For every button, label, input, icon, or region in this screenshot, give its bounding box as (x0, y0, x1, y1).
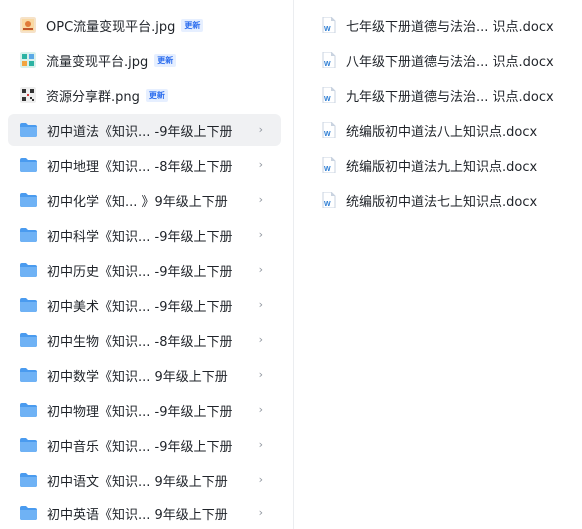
chevron-right-icon: › (258, 506, 263, 519)
folder-name: 初中语文《知识... 9年级上下册 (47, 474, 228, 490)
folder-row[interactable]: 初中地理《知识... -8年级上下册 › (8, 149, 281, 181)
folder-icon (20, 506, 37, 520)
folder-name: 初中数学《知识... 9年级上下册 (47, 369, 228, 385)
folder-contents-pane: W 七年级下册道德与法治... 识点.docx W 八年级下册道德与法治... … (300, 0, 582, 529)
chevron-right-icon: › (258, 473, 263, 486)
file-list-pane: OPC流量变现平台.jpg 更新 流量变现平台.jpg 更新 资源分享群.png… (0, 0, 292, 529)
svg-text:W: W (324, 96, 331, 103)
file-name: 资源分享群.png (46, 89, 140, 105)
updated-badge: 更新 (145, 88, 168, 102)
word-doc-icon: W (322, 122, 336, 138)
svg-text:W: W (324, 26, 331, 33)
chevron-right-icon: › (258, 403, 263, 416)
folder-icon (20, 368, 37, 382)
folder-name: 初中道法《知识... -9年级上下册 (47, 124, 233, 140)
chevron-right-icon: › (258, 333, 263, 346)
folder-row[interactable]: 初中道法《知识... -9年级上下册 › (8, 114, 281, 146)
folder-name: 初中英语《知识... 9年级上下册 (47, 507, 228, 523)
doc-name: 九年级下册道德与法治... 识点.docx (346, 89, 554, 105)
updated-badge: 更新 (181, 18, 204, 32)
folder-icon (20, 158, 37, 172)
chevron-right-icon: › (258, 438, 263, 451)
doc-row[interactable]: W 九年级下册道德与法治... 识点.docx (322, 83, 554, 107)
doc-row[interactable]: W 统编版初中道法七上知识点.docx (322, 188, 537, 212)
chevron-right-icon: › (258, 193, 263, 206)
doc-name: 统编版初中道法九上知识点.docx (346, 159, 538, 175)
word-doc-icon: W (322, 17, 336, 33)
doc-name: 统编版初中道法八上知识点.docx (346, 124, 538, 140)
folder-row[interactable]: 初中科学《知识... -9年级上下册 › (8, 219, 281, 251)
folder-icon (20, 298, 37, 312)
folder-name: 初中美术《知识... -9年级上下册 (47, 299, 233, 315)
chevron-right-icon: › (258, 123, 263, 136)
svg-text:W: W (324, 131, 331, 138)
folder-row[interactable]: 初中生物《知识... -8年级上下册 › (8, 324, 281, 356)
chevron-right-icon: › (258, 263, 263, 276)
chevron-right-icon: › (258, 228, 263, 241)
file-row[interactable]: 流量变现平台.jpg 更新 (8, 44, 281, 76)
folder-name: 初中音乐《知识... -9年级上下册 (47, 439, 233, 455)
folder-row[interactable]: 初中化学《知... 》9年级上下册 › (8, 184, 281, 216)
folder-row[interactable]: 初中历史《知识... -9年级上下册 › (8, 254, 281, 286)
folder-row[interactable]: 初中物理《知识... -9年级上下册 › (8, 394, 281, 426)
folder-name: 初中生物《知识... -8年级上下册 (47, 334, 233, 350)
folder-icon (20, 123, 37, 137)
folder-row[interactable]: 初中数学《知识... 9年级上下册 › (8, 359, 281, 391)
file-row[interactable]: 资源分享群.png 更新 (8, 79, 281, 111)
folder-icon (20, 193, 37, 207)
folder-icon (20, 263, 37, 277)
folder-name: 初中地理《知识... -8年级上下册 (47, 159, 233, 175)
folder-row[interactable]: 初中语文《知识... 9年级上下册 › (8, 464, 281, 496)
file-name: OPC流量变现平台.jpg (46, 19, 176, 35)
word-doc-icon: W (322, 87, 336, 103)
doc-row[interactable]: W 统编版初中道法八上知识点.docx (322, 118, 537, 142)
folder-name: 初中历史《知识... -9年级上下册 (47, 264, 233, 280)
svg-text:W: W (324, 201, 331, 208)
folder-name: 初中物理《知识... -9年级上下册 (47, 404, 233, 420)
doc-name: 统编版初中道法七上知识点.docx (346, 194, 538, 210)
word-doc-icon: W (322, 52, 336, 68)
word-doc-icon: W (322, 157, 336, 173)
folder-icon (20, 438, 37, 452)
folder-icon (20, 228, 37, 242)
png-thumbnail-icon (20, 87, 36, 103)
pane-divider (293, 0, 294, 529)
folder-icon (20, 473, 37, 487)
folder-icon (20, 333, 37, 347)
updated-badge: 更新 (154, 53, 177, 67)
doc-row[interactable]: W 统编版初中道法九上知识点.docx (322, 153, 537, 177)
chevron-right-icon: › (258, 158, 263, 171)
file-row[interactable]: OPC流量变现平台.jpg 更新 (8, 9, 281, 41)
chevron-right-icon: › (258, 368, 263, 381)
folder-row[interactable]: 初中美术《知识... -9年级上下册 › (8, 289, 281, 321)
file-name: 流量变现平台.jpg (46, 54, 149, 70)
svg-text:W: W (324, 61, 331, 68)
folder-row[interactable]: 初中英语《知识... 9年级上下册 › (8, 497, 281, 529)
folder-row[interactable]: 初中音乐《知识... -9年级上下册 › (8, 429, 281, 461)
doc-row[interactable]: W 八年级下册道德与法治... 识点.docx (322, 48, 554, 72)
word-doc-icon: W (322, 192, 336, 208)
doc-name: 七年级下册道德与法治... 识点.docx (346, 19, 554, 35)
jpg-thumbnail-icon (20, 17, 36, 33)
folder-name: 初中化学《知... 》9年级上下册 (47, 194, 228, 210)
doc-row[interactable]: W 七年级下册道德与法治... 识点.docx (322, 13, 554, 37)
doc-name: 八年级下册道德与法治... 识点.docx (346, 54, 554, 70)
folder-name: 初中科学《知识... -9年级上下册 (47, 229, 233, 245)
jpg-thumbnail-icon (20, 52, 36, 68)
chevron-right-icon: › (258, 298, 263, 311)
svg-text:W: W (324, 166, 331, 173)
folder-icon (20, 403, 37, 417)
